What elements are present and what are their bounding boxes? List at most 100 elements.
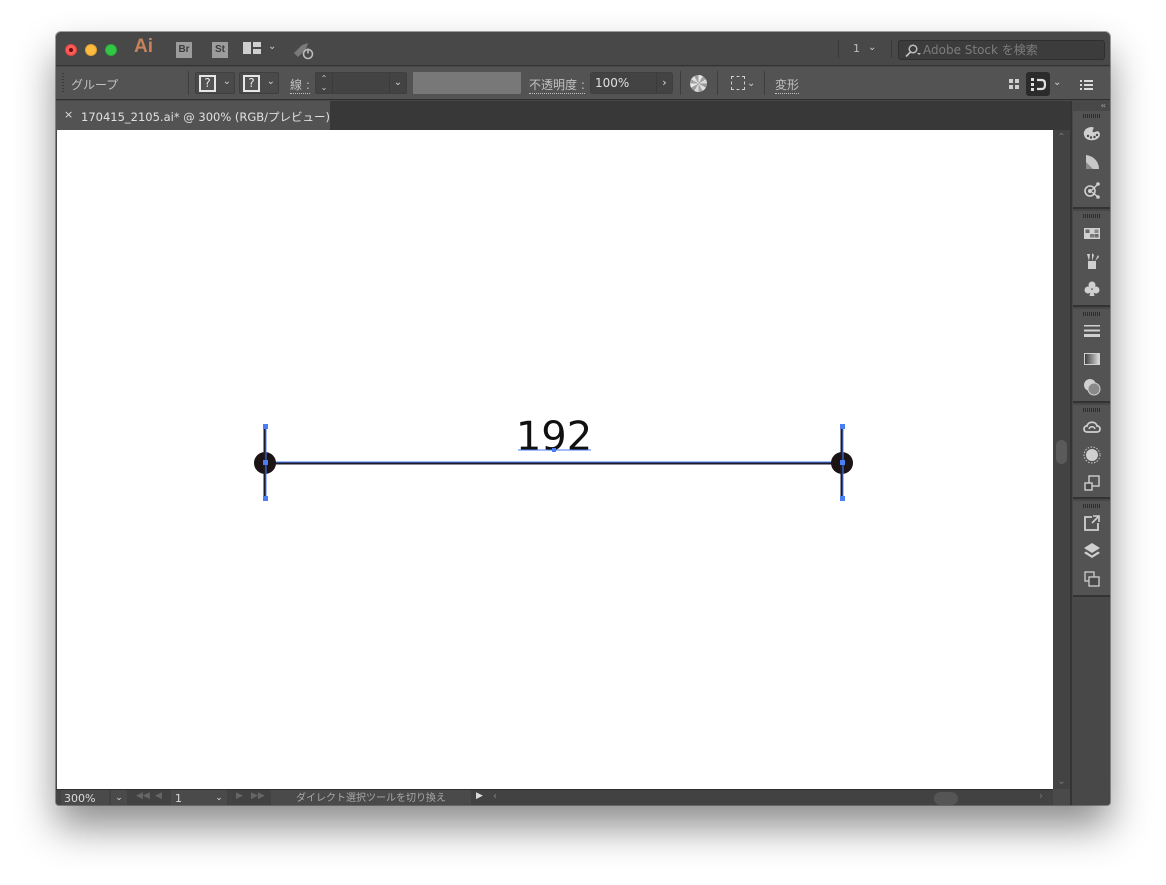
zoom-level-field[interactable]: 300% — [61, 790, 109, 805]
status-menu-icon[interactable]: ▶ — [476, 791, 483, 801]
export-icon[interactable] — [1082, 513, 1102, 533]
anchor-point[interactable] — [263, 460, 268, 465]
creative-cloud-libraries-icon[interactable] — [1082, 417, 1102, 437]
brushes-icon[interactable] — [1082, 251, 1102, 271]
stroke-chevron-icon[interactable]: ⌄ — [267, 76, 275, 87]
scroll-right-icon[interactable]: › — [1039, 791, 1043, 802]
snap-to-pixel-button[interactable] — [1026, 72, 1050, 96]
opacity-label[interactable]: 不透明度 : — [529, 76, 585, 94]
transparency-icon[interactable] — [1082, 377, 1102, 397]
anchor-point[interactable] — [840, 496, 845, 501]
page-chevron-icon[interactable]: ⌄ — [868, 42, 876, 53]
layers-icon[interactable] — [1082, 541, 1102, 561]
collapse-dock-icon[interactable]: ‹‹ — [1101, 101, 1107, 110]
stroke-icon[interactable] — [1082, 321, 1102, 341]
panel-dock: ‹‹ — [1070, 101, 1110, 805]
gradient-icon[interactable] — [1082, 349, 1102, 369]
panel-group — [1073, 211, 1110, 307]
window-minimize-button[interactable] — [85, 44, 97, 56]
symbols-sprayer-icon[interactable] — [1082, 180, 1102, 200]
panel-group-grip[interactable] — [1083, 114, 1101, 118]
close-tab-icon[interactable]: × — [64, 108, 73, 121]
fill-chevron-icon[interactable]: ⌄ — [223, 76, 231, 87]
snap-chevron-icon[interactable]: ⌄ — [1053, 77, 1061, 88]
stroke-swatch[interactable]: ? — [243, 75, 260, 92]
search-icon — [905, 44, 921, 58]
text-anchor-point[interactable] — [552, 448, 556, 452]
scrollbar-corner — [1053, 789, 1070, 805]
panel-group — [1073, 309, 1110, 403]
stroke-weight-stepper[interactable]: ⌃ ⌄ — [316, 73, 333, 93]
stock-search-box[interactable] — [898, 40, 1105, 60]
stock-search-input[interactable] — [923, 42, 1101, 58]
select-similar-chevron-icon[interactable]: ⌄ — [747, 78, 755, 89]
artboard-chevron-icon[interactable]: ⌄ — [211, 790, 227, 805]
vertical-scrollbar[interactable]: ⌃ ⌄ — [1053, 130, 1070, 789]
control-bar: グループ ? ⌄ ? ⌄ 線 : ⌃⌄ ⌄ ⌄ 不透明度 : › ⌄ 変形 — [56, 67, 1110, 100]
artboard-number-field[interactable]: 1 — [171, 790, 211, 805]
vertical-scroll-thumb[interactable] — [1056, 440, 1067, 464]
panel-group — [1073, 501, 1110, 597]
swatches-icon[interactable] — [1082, 223, 1102, 243]
snap-icon — [1031, 78, 1047, 91]
document-tab-title[interactable]: 170415_2105.ai* @ 300% (RGB/プレビュー) — [81, 109, 330, 125]
anchor-point[interactable] — [263, 496, 268, 501]
stroke-weight-field[interactable]: ⌃ ⌄ ⌄ — [315, 72, 407, 94]
dimension-text[interactable]: 192 — [516, 414, 592, 460]
color-guide-icon[interactable] — [1082, 152, 1102, 172]
status-text[interactable]: ダイレクト選択ツールを切り換え — [271, 790, 471, 805]
opacity-input[interactable] — [595, 75, 653, 91]
opacity-expand-arrow-icon[interactable]: › — [656, 73, 672, 93]
opacity-field[interactable]: › — [590, 72, 673, 94]
fill-color-picker[interactable]: ? ⌄ — [195, 72, 235, 94]
window-zoom-button[interactable] — [105, 44, 117, 56]
anchor-point[interactable] — [840, 460, 845, 465]
panel-group-grip[interactable] — [1083, 504, 1101, 508]
scroll-up-icon[interactable]: ⌃ — [1053, 132, 1070, 143]
graphic-styles-icon[interactable] — [1082, 473, 1102, 493]
symbols-club-icon[interactable] — [1082, 279, 1102, 299]
separator — [891, 40, 892, 58]
artboard-canvas[interactable]: 192 — [57, 130, 1053, 789]
recolor-artwork-icon[interactable] — [690, 75, 707, 92]
bridge-button[interactable]: Br — [176, 42, 192, 58]
separator — [764, 71, 765, 95]
stroke-weight-chevron-icon[interactable]: ⌄ — [389, 73, 406, 93]
last-artboard-icon[interactable]: ▶▶ — [251, 791, 265, 801]
status-bar: 300% ⌄ ◀◀ ◀ 1 ⌄ ▶ ▶▶ ダイレクト選択ツールを切り換え ▶ ‹… — [56, 789, 1070, 805]
anchor-point[interactable] — [263, 424, 268, 429]
scroll-left-icon[interactable]: ‹ — [493, 791, 497, 802]
select-similar-icon[interactable] — [731, 76, 745, 90]
separator — [680, 71, 681, 95]
first-artboard-icon[interactable]: ◀◀ — [136, 791, 150, 801]
next-artboard-icon[interactable]: ▶ — [236, 791, 243, 801]
anchor-point[interactable] — [840, 424, 845, 429]
document-tab[interactable]: × 170415_2105.ai* @ 300% (RGB/プレビュー) — [56, 101, 330, 130]
brush-definition-dropdown[interactable]: ⌄ — [413, 72, 535, 94]
control-bar-grip[interactable] — [62, 73, 64, 93]
stroke-color-picker[interactable]: ? ⌄ — [239, 72, 279, 94]
color-palette-icon[interactable] — [1082, 124, 1102, 144]
zoom-chevron-icon[interactable]: ⌄ — [111, 790, 127, 805]
arrange-documents-chevron-icon[interactable]: ⌄ — [268, 41, 276, 52]
scroll-down-icon[interactable]: ⌄ — [1053, 776, 1070, 787]
previous-artboard-icon[interactable]: ◀ — [155, 791, 162, 801]
window-close-button[interactable] — [65, 44, 77, 56]
panel-menu-icon[interactable] — [1076, 74, 1096, 94]
pixel-grid-icon[interactable] — [1004, 74, 1024, 94]
illustrator-window: Ai Br St ⌄ 1 ⌄ Adobe Stock を検索 グループ ? ⌄ … — [56, 32, 1110, 805]
gpu-performance-icon[interactable] — [292, 40, 316, 60]
transform-link[interactable]: 変形 — [775, 76, 800, 94]
appearance-icon[interactable] — [1082, 445, 1102, 465]
panel-group-grip[interactable] — [1083, 408, 1101, 412]
artwork[interactable]: 192 — [57, 130, 1053, 789]
arrange-documents-icon[interactable] — [243, 42, 261, 54]
artboards-icon[interactable] — [1082, 569, 1102, 589]
stroke-label[interactable]: 線 : — [290, 76, 310, 94]
panel-group-grip[interactable] — [1083, 214, 1101, 218]
fill-swatch[interactable]: ? — [199, 75, 216, 92]
page-number: 1 — [853, 42, 860, 55]
panel-group-grip[interactable] — [1083, 312, 1101, 316]
stock-button[interactable]: St — [212, 42, 228, 58]
horizontal-scroll-thumb[interactable] — [934, 792, 958, 805]
